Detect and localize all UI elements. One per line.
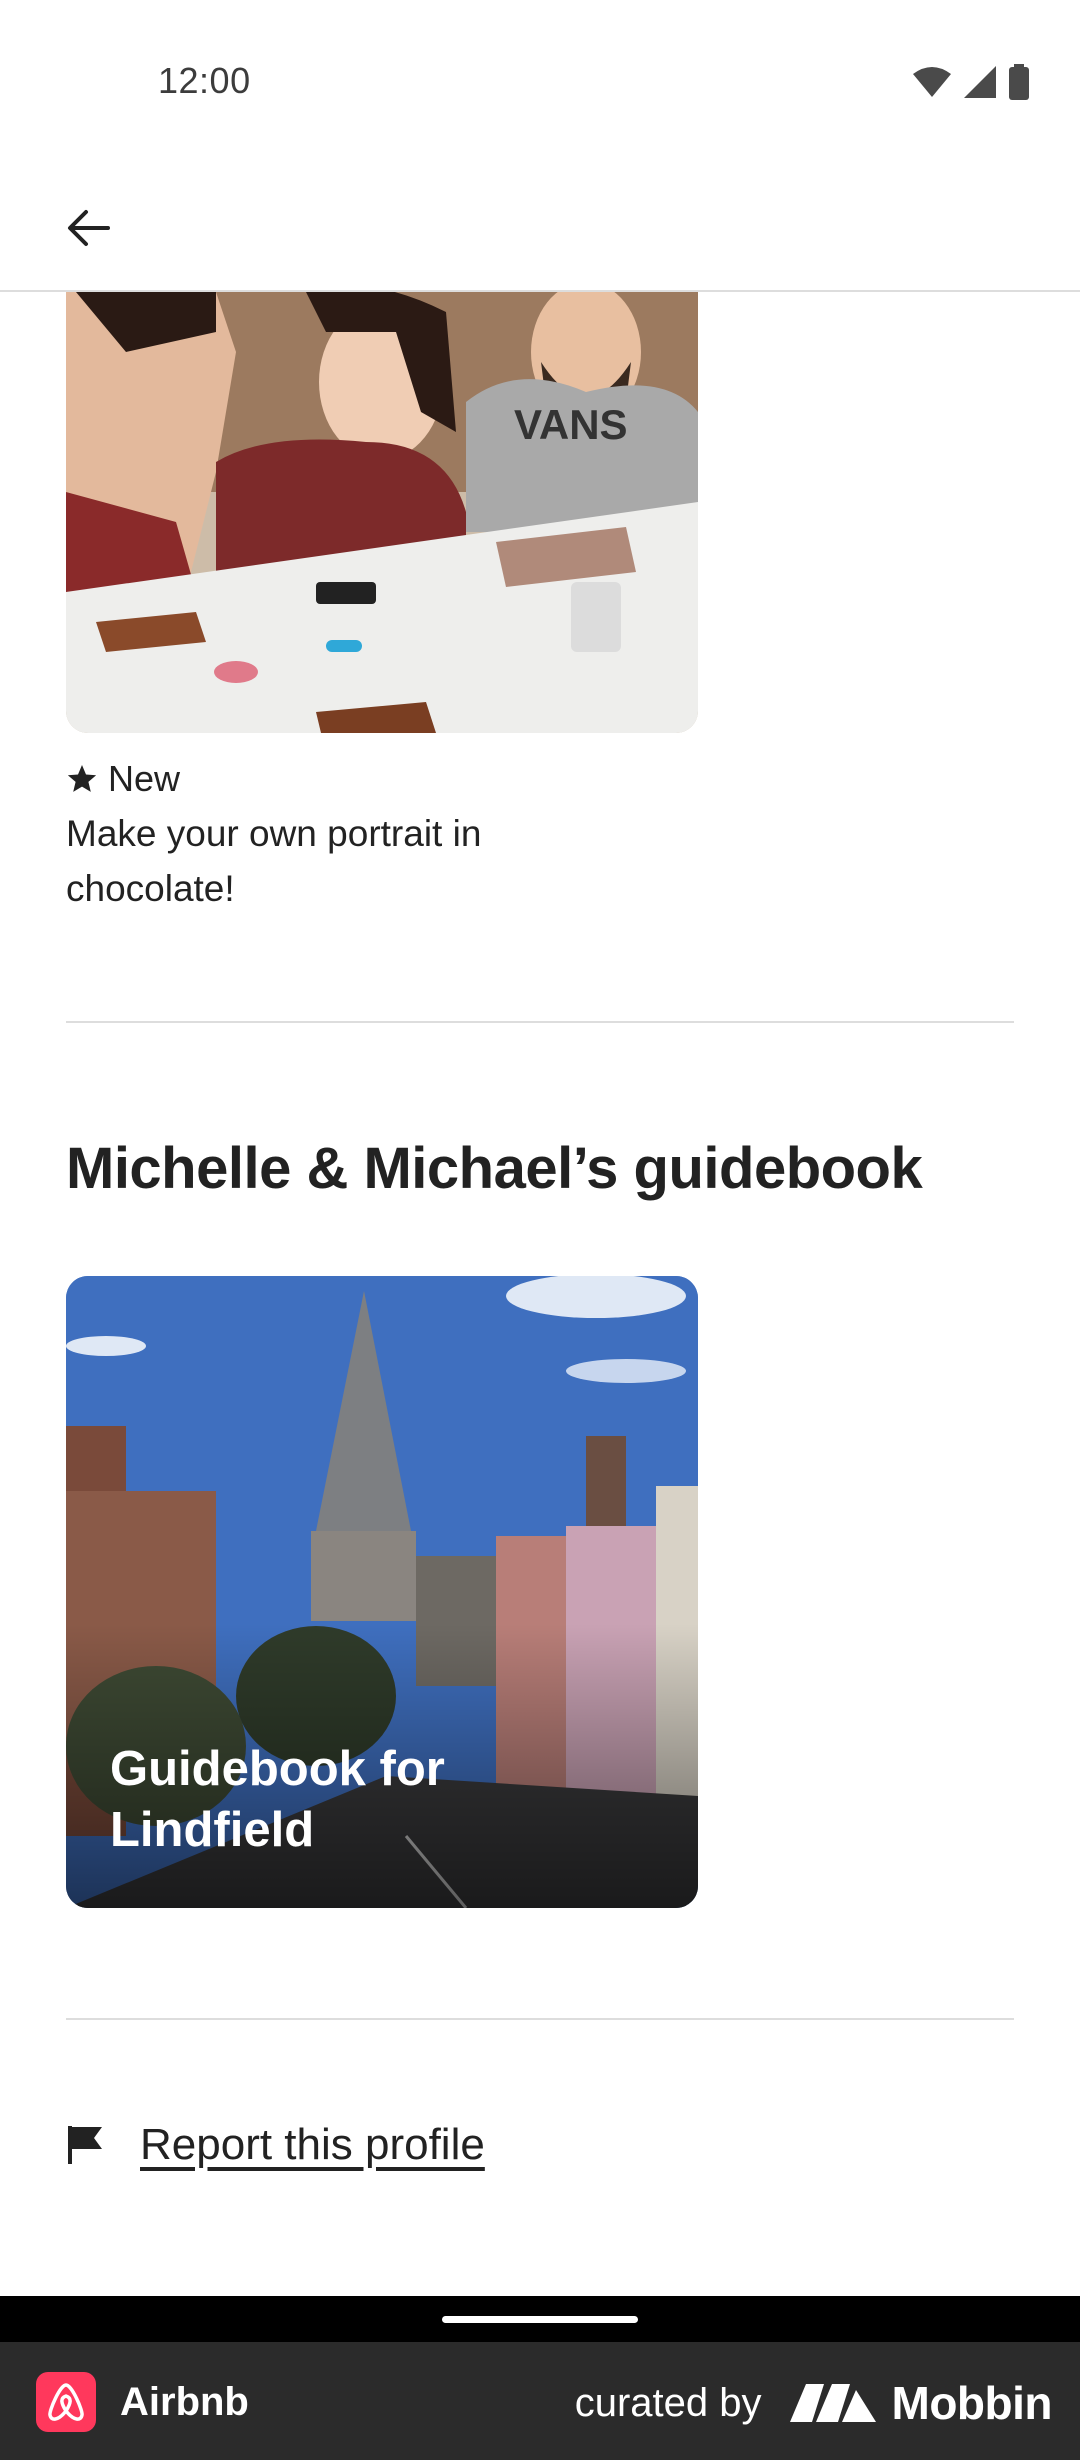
top-app-bar xyxy=(0,168,1080,292)
status-bar: 12:00 xyxy=(0,0,1080,168)
experience-rating: New xyxy=(66,758,180,800)
app-name: Airbnb xyxy=(120,2379,249,2424)
report-profile-link[interactable]: Report this profile xyxy=(140,2120,485,2170)
report-profile-row[interactable]: Report this profile xyxy=(66,2120,485,2170)
airbnb-logo-icon xyxy=(36,2372,96,2432)
signal-icon xyxy=(964,66,996,98)
back-button[interactable] xyxy=(50,190,126,266)
mobbin-brand: Mobbin xyxy=(789,2376,1053,2430)
footer-curated: curated by Mobbin xyxy=(574,2376,1053,2430)
experience-title[interactable]: Make your own portrait in chocolate! xyxy=(66,806,586,916)
battery-icon xyxy=(1009,64,1029,100)
experience-photo[interactable]: VANS xyxy=(66,292,698,733)
guidebook-card-title: Guidebook for Lindfield xyxy=(110,1742,445,1857)
status-time: 12:00 xyxy=(158,60,251,101)
flag-icon xyxy=(68,2126,102,2164)
experience-photo-illustration: VANS xyxy=(66,292,698,733)
divider xyxy=(66,1021,1014,1023)
divider xyxy=(66,2018,1014,2020)
star-icon xyxy=(67,765,97,792)
mobbin-logo-icon xyxy=(789,2384,876,2422)
shirt-print: VANS xyxy=(514,401,628,448)
footer: Airbnb curated by Mobbin xyxy=(0,2342,1080,2460)
section-heading: Michelle & Michael’s guidebook xyxy=(66,1136,923,1201)
wifi-icon xyxy=(913,67,951,97)
curated-by-label: curated by xyxy=(574,2380,762,2425)
mobbin-name: Mobbin xyxy=(891,2377,1053,2429)
footer-app: Airbnb xyxy=(36,2372,249,2432)
navigation-bar xyxy=(0,2296,1080,2342)
home-gesture-handle[interactable] xyxy=(442,2316,638,2323)
guidebook-card[interactable]: Guidebook for Lindfield xyxy=(66,1276,698,1908)
rating-label: New xyxy=(108,758,181,799)
arrow-left-icon xyxy=(68,210,110,246)
status-icons xyxy=(912,64,1030,100)
